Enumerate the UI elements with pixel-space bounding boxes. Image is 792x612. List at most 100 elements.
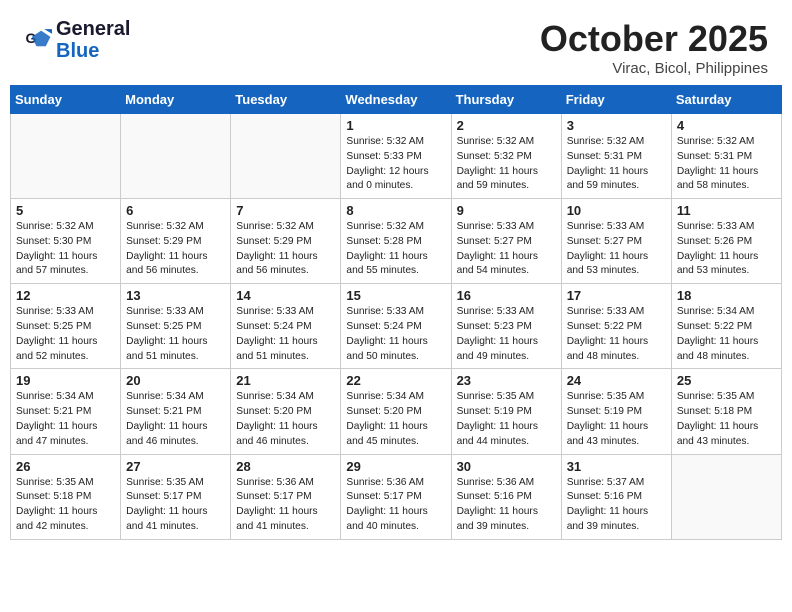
day-detail: Sunrise: 5:34 AMSunset: 5:22 PMDaylight:… — [677, 305, 776, 364]
calendar-cell: 6 Sunrise: 5:32 AMSunset: 5:29 PMDayligh… — [121, 199, 231, 284]
th-friday: Friday — [561, 86, 671, 114]
day-number: 14 — [236, 288, 335, 303]
logo-blue: Blue — [56, 40, 130, 62]
calendar-cell: 14 Sunrise: 5:33 AMSunset: 5:24 PMDaylig… — [231, 284, 341, 369]
day-detail: Sunrise: 5:32 AMSunset: 5:29 PMDaylight:… — [126, 220, 225, 279]
day-number: 25 — [677, 373, 776, 388]
day-detail: Sunrise: 5:36 AMSunset: 5:17 PMDaylight:… — [236, 476, 335, 535]
day-number: 4 — [677, 118, 776, 133]
calendar-cell: 17 Sunrise: 5:33 AMSunset: 5:22 PMDaylig… — [561, 284, 671, 369]
day-detail: Sunrise: 5:32 AMSunset: 5:31 PMDaylight:… — [677, 135, 776, 194]
month-title: October 2025 — [540, 18, 768, 60]
calendar-cell: 25 Sunrise: 5:35 AMSunset: 5:18 PMDaylig… — [671, 369, 781, 454]
day-number: 28 — [236, 459, 335, 474]
calendar-cell: 22 Sunrise: 5:34 AMSunset: 5:20 PMDaylig… — [341, 369, 451, 454]
day-number: 26 — [16, 459, 115, 474]
calendar-cell: 9 Sunrise: 5:33 AMSunset: 5:27 PMDayligh… — [451, 199, 561, 284]
day-detail: Sunrise: 5:32 AMSunset: 5:32 PMDaylight:… — [457, 135, 556, 194]
calendar-cell: 31 Sunrise: 5:37 AMSunset: 5:16 PMDaylig… — [561, 454, 671, 539]
day-detail: Sunrise: 5:32 AMSunset: 5:30 PMDaylight:… — [16, 220, 115, 279]
calendar-cell: 30 Sunrise: 5:36 AMSunset: 5:16 PMDaylig… — [451, 454, 561, 539]
calendar-cell: 20 Sunrise: 5:34 AMSunset: 5:21 PMDaylig… — [121, 369, 231, 454]
day-number: 18 — [677, 288, 776, 303]
day-detail: Sunrise: 5:34 AMSunset: 5:20 PMDaylight:… — [236, 390, 335, 449]
calendar-header: Sunday Monday Tuesday Wednesday Thursday… — [11, 86, 782, 114]
day-detail: Sunrise: 5:35 AMSunset: 5:18 PMDaylight:… — [677, 390, 776, 449]
calendar-cell: 27 Sunrise: 5:35 AMSunset: 5:17 PMDaylig… — [121, 454, 231, 539]
th-tuesday: Tuesday — [231, 86, 341, 114]
day-number: 13 — [126, 288, 225, 303]
calendar-cell: 18 Sunrise: 5:34 AMSunset: 5:22 PMDaylig… — [671, 284, 781, 369]
day-detail: Sunrise: 5:36 AMSunset: 5:16 PMDaylight:… — [457, 476, 556, 535]
day-number: 15 — [346, 288, 445, 303]
day-detail: Sunrise: 5:33 AMSunset: 5:22 PMDaylight:… — [567, 305, 666, 364]
day-number: 24 — [567, 373, 666, 388]
logo-icon: G — [24, 26, 52, 54]
day-number: 6 — [126, 203, 225, 218]
location: Virac, Bicol, Philippines — [540, 60, 768, 77]
calendar-cell — [121, 114, 231, 199]
calendar-cell: 11 Sunrise: 5:33 AMSunset: 5:26 PMDaylig… — [671, 199, 781, 284]
page-header: G General Blue October 2025 Virac, Bicol… — [0, 0, 792, 85]
day-detail: Sunrise: 5:33 AMSunset: 5:23 PMDaylight:… — [457, 305, 556, 364]
calendar-cell — [231, 114, 341, 199]
calendar-cell: 29 Sunrise: 5:36 AMSunset: 5:17 PMDaylig… — [341, 454, 451, 539]
calendar-cell: 19 Sunrise: 5:34 AMSunset: 5:21 PMDaylig… — [11, 369, 121, 454]
day-detail: Sunrise: 5:35 AMSunset: 5:19 PMDaylight:… — [567, 390, 666, 449]
day-number: 17 — [567, 288, 666, 303]
day-detail: Sunrise: 5:32 AMSunset: 5:29 PMDaylight:… — [236, 220, 335, 279]
day-detail: Sunrise: 5:32 AMSunset: 5:33 PMDaylight:… — [346, 135, 445, 194]
day-number: 16 — [457, 288, 556, 303]
th-monday: Monday — [121, 86, 231, 114]
day-detail: Sunrise: 5:33 AMSunset: 5:27 PMDaylight:… — [457, 220, 556, 279]
day-number: 11 — [677, 203, 776, 218]
day-detail: Sunrise: 5:33 AMSunset: 5:24 PMDaylight:… — [346, 305, 445, 364]
calendar-cell: 24 Sunrise: 5:35 AMSunset: 5:19 PMDaylig… — [561, 369, 671, 454]
day-number: 21 — [236, 373, 335, 388]
day-number: 2 — [457, 118, 556, 133]
calendar-cell: 13 Sunrise: 5:33 AMSunset: 5:25 PMDaylig… — [121, 284, 231, 369]
calendar-cell: 16 Sunrise: 5:33 AMSunset: 5:23 PMDaylig… — [451, 284, 561, 369]
day-detail: Sunrise: 5:34 AMSunset: 5:21 PMDaylight:… — [16, 390, 115, 449]
th-wednesday: Wednesday — [341, 86, 451, 114]
calendar-cell: 7 Sunrise: 5:32 AMSunset: 5:29 PMDayligh… — [231, 199, 341, 284]
day-number: 7 — [236, 203, 335, 218]
day-detail: Sunrise: 5:34 AMSunset: 5:21 PMDaylight:… — [126, 390, 225, 449]
day-number: 10 — [567, 203, 666, 218]
th-saturday: Saturday — [671, 86, 781, 114]
day-detail: Sunrise: 5:33 AMSunset: 5:24 PMDaylight:… — [236, 305, 335, 364]
day-detail: Sunrise: 5:35 AMSunset: 5:18 PMDaylight:… — [16, 476, 115, 535]
calendar-week-4: 26 Sunrise: 5:35 AMSunset: 5:18 PMDaylig… — [11, 454, 782, 539]
calendar-cell: 8 Sunrise: 5:32 AMSunset: 5:28 PMDayligh… — [341, 199, 451, 284]
day-number: 12 — [16, 288, 115, 303]
th-sunday: Sunday — [11, 86, 121, 114]
day-number: 19 — [16, 373, 115, 388]
day-detail: Sunrise: 5:33 AMSunset: 5:25 PMDaylight:… — [16, 305, 115, 364]
day-number: 30 — [457, 459, 556, 474]
calendar-week-1: 5 Sunrise: 5:32 AMSunset: 5:30 PMDayligh… — [11, 199, 782, 284]
title-block: October 2025 Virac, Bicol, Philippines — [540, 18, 768, 77]
day-number: 20 — [126, 373, 225, 388]
day-detail: Sunrise: 5:34 AMSunset: 5:20 PMDaylight:… — [346, 390, 445, 449]
logo-text: General Blue — [56, 18, 130, 62]
day-detail: Sunrise: 5:35 AMSunset: 5:17 PMDaylight:… — [126, 476, 225, 535]
calendar-body: 1 Sunrise: 5:32 AMSunset: 5:33 PMDayligh… — [11, 114, 782, 540]
day-number: 8 — [346, 203, 445, 218]
calendar-week-2: 12 Sunrise: 5:33 AMSunset: 5:25 PMDaylig… — [11, 284, 782, 369]
day-detail: Sunrise: 5:36 AMSunset: 5:17 PMDaylight:… — [346, 476, 445, 535]
day-detail: Sunrise: 5:35 AMSunset: 5:19 PMDaylight:… — [457, 390, 556, 449]
calendar-cell: 21 Sunrise: 5:34 AMSunset: 5:20 PMDaylig… — [231, 369, 341, 454]
day-detail: Sunrise: 5:33 AMSunset: 5:25 PMDaylight:… — [126, 305, 225, 364]
day-number: 1 — [346, 118, 445, 133]
day-number: 5 — [16, 203, 115, 218]
calendar-cell: 28 Sunrise: 5:36 AMSunset: 5:17 PMDaylig… — [231, 454, 341, 539]
day-number: 3 — [567, 118, 666, 133]
th-thursday: Thursday — [451, 86, 561, 114]
calendar-cell: 2 Sunrise: 5:32 AMSunset: 5:32 PMDayligh… — [451, 114, 561, 199]
calendar-wrap: Sunday Monday Tuesday Wednesday Thursday… — [0, 85, 792, 550]
day-detail: Sunrise: 5:33 AMSunset: 5:27 PMDaylight:… — [567, 220, 666, 279]
calendar-cell: 26 Sunrise: 5:35 AMSunset: 5:18 PMDaylig… — [11, 454, 121, 539]
calendar-cell — [11, 114, 121, 199]
day-detail: Sunrise: 5:32 AMSunset: 5:28 PMDaylight:… — [346, 220, 445, 279]
day-number: 9 — [457, 203, 556, 218]
